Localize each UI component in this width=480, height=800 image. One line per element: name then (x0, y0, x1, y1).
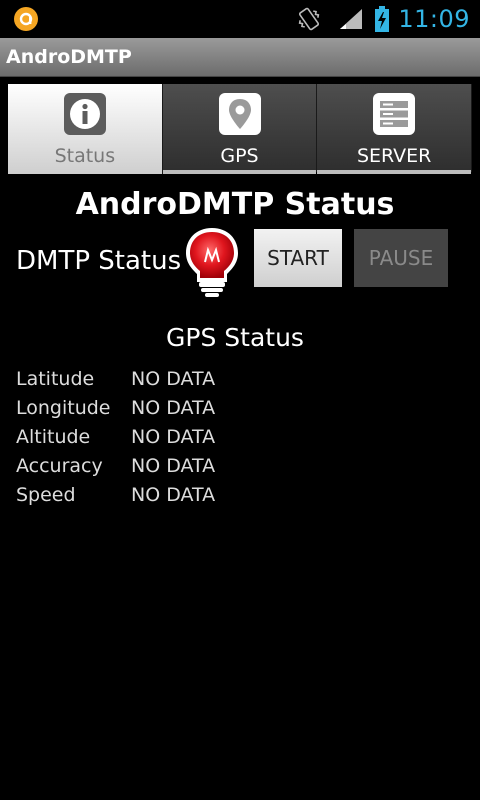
tab-server[interactable]: SERVER (317, 84, 473, 174)
tab-bar: Status GPS SERVER (8, 84, 473, 174)
battery-charging-icon (375, 6, 390, 32)
page-title: AndroDMTP Status (75, 187, 395, 222)
longitude-label: Longitude (16, 397, 111, 419)
accuracy-value: NO DATA (131, 455, 216, 477)
latitude-label: Latitude (16, 368, 95, 390)
latitude-value: NO DATA (131, 368, 216, 390)
info-icon (63, 93, 106, 135)
altitude-value: NO DATA (131, 426, 216, 448)
server-icon (373, 93, 416, 135)
tab-status[interactable]: Status (8, 84, 163, 174)
app-title: AndroDMTP (6, 46, 132, 68)
signal-icon (340, 9, 363, 29)
longitude-value: NO DATA (131, 397, 216, 419)
map-pin-icon (218, 93, 261, 135)
clock: 11:09 (398, 5, 470, 33)
status-bar: 11:09 (0, 0, 480, 38)
start-button[interactable]: START (254, 229, 342, 287)
pause-button[interactable]: PAUSE (354, 229, 448, 287)
tab-server-label: SERVER (356, 145, 432, 167)
tab-status-label: Status (54, 145, 116, 167)
app-notification-icon (14, 7, 38, 31)
speed-value: NO DATA (131, 484, 216, 506)
lightbulb-icon (186, 228, 238, 297)
dmtp-status-label: DMTP Status (16, 246, 182, 276)
altitude-label: Altitude (16, 426, 91, 448)
vibrate-icon (299, 7, 320, 31)
gps-status-heading: GPS Status (166, 323, 304, 352)
tab-gps[interactable]: GPS (162, 84, 318, 174)
speed-label: Speed (16, 484, 76, 506)
tab-gps-label: GPS (220, 145, 259, 167)
accuracy-label: Accuracy (16, 455, 103, 477)
app-title-bar: AndroDMTP (0, 38, 480, 77)
